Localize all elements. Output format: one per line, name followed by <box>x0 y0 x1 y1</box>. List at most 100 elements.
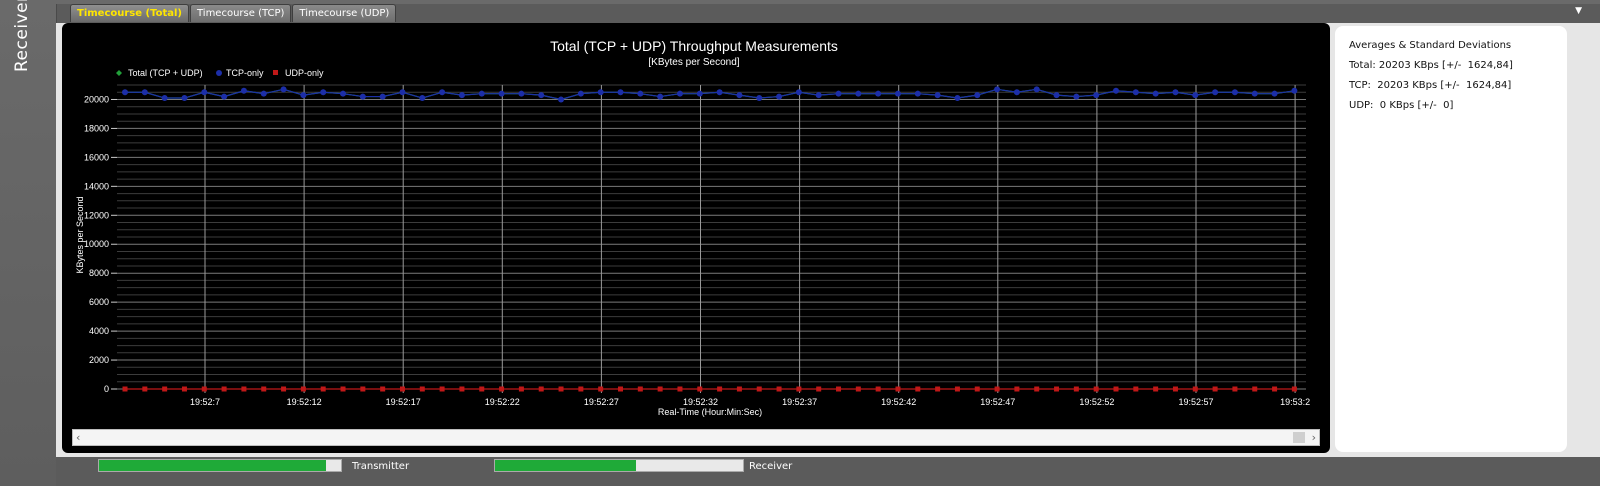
udp-point <box>776 386 782 392</box>
legend-label-udp: UDP-only <box>285 68 324 78</box>
stats-title: Averages & Standard Deviations <box>1349 40 1512 51</box>
udp-point <box>994 386 1000 392</box>
udp-point <box>974 386 980 392</box>
tcp-point <box>776 93 783 100</box>
side-panel-label: Receiver <box>12 0 32 72</box>
udp-point <box>162 386 168 392</box>
udp-point <box>677 386 683 392</box>
x-tick-label: 19:52:37 <box>782 397 817 407</box>
y-tick-label: 10000 <box>84 239 109 249</box>
receiver-label: Receiver <box>749 461 793 472</box>
x-tick-label: 19:52:52 <box>1079 397 1114 407</box>
tcp-point <box>716 89 723 96</box>
chart-horizontal-scrollbar[interactable]: ‹ › <box>72 429 1320 446</box>
tab-timecourse-udp[interactable]: Timecourse (UDP) <box>292 4 397 22</box>
tcp-point <box>637 90 644 97</box>
tcp-point <box>558 96 565 103</box>
tcp-point <box>577 90 584 97</box>
udp-point <box>657 386 663 392</box>
tcp-point <box>795 89 802 96</box>
y-tick-label: 16000 <box>84 152 109 162</box>
stats-tcp: TCP: 20203 KBps [+/- 1624,84] <box>1349 80 1512 91</box>
tcp-point <box>300 92 307 99</box>
tcp-point <box>1192 92 1199 99</box>
scroll-left-icon[interactable]: ‹ <box>76 430 80 445</box>
legend-label-tcp: TCP-only <box>226 68 264 78</box>
udp-point <box>181 386 187 392</box>
x-tick-label: 19:52:32 <box>683 397 718 407</box>
x-tick-label: 19:52:22 <box>485 397 520 407</box>
tcp-point <box>1172 89 1179 96</box>
udp-point <box>1153 386 1159 392</box>
y-tick-label: 14000 <box>84 181 109 191</box>
udp-point <box>518 386 524 392</box>
y-tick-label: 12000 <box>84 210 109 220</box>
tcp-point <box>1013 89 1020 96</box>
tcp-point <box>954 95 961 102</box>
tab-timecourse-total[interactable]: Timecourse (Total) <box>70 4 189 22</box>
y-tick-label: 18000 <box>84 123 109 133</box>
tcp-point <box>260 90 267 97</box>
tcp-point <box>538 92 545 99</box>
udp-point <box>1054 386 1060 392</box>
udp-point <box>756 386 762 392</box>
tcp-point <box>1093 92 1100 99</box>
scroll-right-icon[interactable]: › <box>1312 430 1316 445</box>
tcp-point <box>1113 87 1119 94</box>
udp-point <box>499 386 505 392</box>
x-tick-label: 19:52:42 <box>881 397 916 407</box>
tcp-point <box>181 95 188 102</box>
scroll-thumb[interactable] <box>1293 432 1305 443</box>
x-tick-label: 19:52:17 <box>386 397 421 407</box>
tcp-point <box>855 90 862 97</box>
udp-point <box>142 386 148 392</box>
udp-point <box>1172 386 1178 392</box>
udp-point <box>637 386 643 392</box>
udp-point <box>281 386 287 392</box>
tcp-point <box>1231 89 1238 96</box>
udp-point <box>261 386 267 392</box>
udp-point <box>399 386 405 392</box>
y-tick-label: 8000 <box>89 268 109 278</box>
y-axis-label: KBytes per Second <box>75 196 85 273</box>
tcp-point <box>736 92 743 99</box>
udp-point <box>875 386 881 392</box>
udp-point <box>241 386 247 392</box>
tcp-point <box>1251 90 1258 97</box>
udp-point <box>1034 386 1040 392</box>
udp-point <box>578 386 584 392</box>
y-tick-label: 0 <box>104 384 109 394</box>
udp-point <box>340 386 346 392</box>
tab-bar: Timecourse (Total) Timecourse (TCP) Time… <box>70 4 397 23</box>
tcp-point <box>934 92 941 99</box>
tcp-point <box>340 90 347 97</box>
tab-timecourse-tcp[interactable]: Timecourse (TCP) <box>189 4 292 22</box>
receiver-side-panel[interactable]: Receiver <box>0 0 57 486</box>
throughput-chart-panel: Total (TCP + UDP) Throughput Measurement… <box>62 23 1330 453</box>
tcp-point <box>1152 90 1159 97</box>
x-tick-label: 19:52:12 <box>287 397 322 407</box>
x-tick-label: 19:52:27 <box>584 397 619 407</box>
transmitter-progress-fill <box>99 460 327 471</box>
stats-udp: UDP: 0 KBps [+/- 0] <box>1349 100 1454 111</box>
tcp-point <box>320 89 327 96</box>
udp-point <box>1232 386 1238 392</box>
udp-point <box>201 386 207 392</box>
udp-point <box>380 386 386 392</box>
tcp-point <box>122 89 128 96</box>
udp-point <box>1291 386 1297 392</box>
udp-point <box>1014 386 1020 392</box>
udp-point <box>439 386 445 392</box>
x-axis-label: Real-Time (Hour:Min:Sec) <box>658 407 762 417</box>
tcp-point <box>894 90 901 97</box>
tcp-point <box>676 90 683 97</box>
udp-point <box>1113 386 1119 392</box>
dropdown-arrow-icon[interactable]: ▼ <box>1575 6 1582 16</box>
tcp-point <box>201 89 208 96</box>
tcp-point <box>439 89 446 96</box>
y-tick-label: 20000 <box>84 94 109 104</box>
tcp-point <box>1132 89 1139 96</box>
udp-point <box>935 386 941 392</box>
udp-point <box>618 386 623 392</box>
udp-point <box>598 386 604 392</box>
